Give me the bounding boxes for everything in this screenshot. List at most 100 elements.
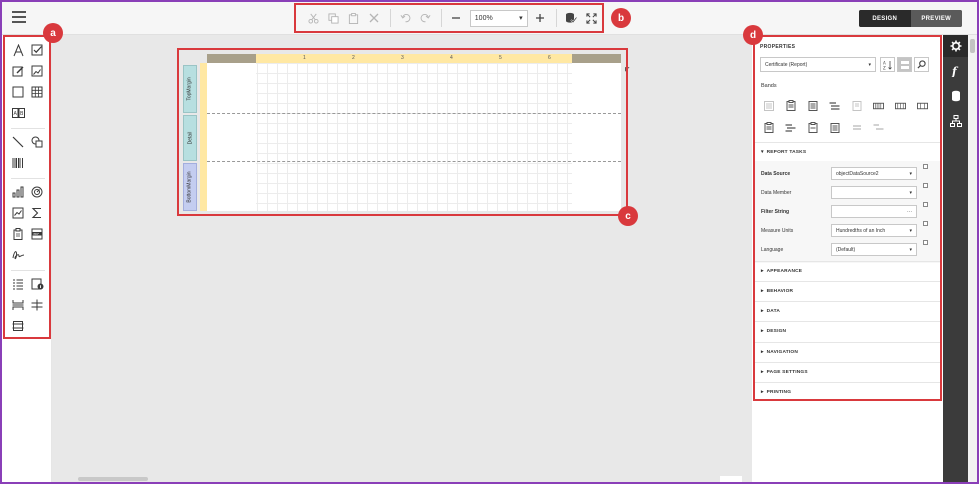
paste-icon[interactable] xyxy=(344,8,363,28)
filter-string-checkbox[interactable] xyxy=(923,202,928,207)
section-behavior[interactable]: ▸ BEHAVIOR xyxy=(755,281,940,301)
table-tool-icon[interactable] xyxy=(30,85,44,99)
rich-text-tool-icon[interactable] xyxy=(11,64,25,78)
zoom-select[interactable]: 100% ▾ xyxy=(469,9,528,27)
section-data[interactable]: ▸ DATA xyxy=(755,301,940,321)
zoom-in-icon[interactable] xyxy=(531,8,550,28)
language-select[interactable]: (Default) ▾ xyxy=(831,243,917,256)
search-icon xyxy=(917,60,926,69)
prop-row-filter-string: Filter String ··· xyxy=(761,202,936,220)
chevron-down-icon: ▾ xyxy=(868,61,871,68)
chevron-down-icon: ▾ xyxy=(909,170,912,177)
sort-alpha-button[interactable]: AZ xyxy=(880,57,895,72)
band-report-footer-icon[interactable] xyxy=(763,122,774,133)
line-tool-icon[interactable] xyxy=(11,135,25,149)
validate-bindings-icon[interactable] xyxy=(562,8,581,28)
field-list-database-icon[interactable] xyxy=(943,85,968,107)
sparkline-tool-icon[interactable] xyxy=(11,206,25,220)
report-tasks-header[interactable]: ▾ REPORT TASKS xyxy=(755,142,940,162)
zoom-out-icon[interactable] xyxy=(447,8,466,28)
section-appearance[interactable]: ▸ APPEARANCE xyxy=(755,261,940,281)
menu-icon[interactable] xyxy=(12,11,26,23)
measure-units-select[interactable]: Hundredths of an Inch ▾ xyxy=(831,224,917,237)
chevron-down-icon: ▾ xyxy=(909,246,912,253)
language-checkbox[interactable] xyxy=(923,240,928,245)
preview-button[interactable]: PREVIEW xyxy=(910,10,962,27)
data-member-checkbox[interactable] xyxy=(923,183,928,188)
mode-switch: DESIGN PREVIEW xyxy=(859,10,962,27)
band-top-margin-icon[interactable] xyxy=(763,100,774,111)
filter-string-input[interactable]: ··· xyxy=(831,205,917,218)
toolbox-divider xyxy=(11,128,45,129)
callout-b: b xyxy=(611,8,631,28)
data-source-checkbox[interactable] xyxy=(923,164,928,169)
fullscreen-icon[interactable] xyxy=(582,8,601,28)
properties-title: PROPERTIES xyxy=(760,44,796,50)
toolbox-divider xyxy=(11,270,45,271)
measure-units-checkbox[interactable] xyxy=(923,221,928,226)
band-vertical-header-icon[interactable] xyxy=(917,100,928,111)
svg-text:f: f xyxy=(951,65,959,77)
gauge-tool-icon[interactable] xyxy=(30,185,44,199)
expressions-function-icon[interactable]: f xyxy=(943,60,968,82)
zoom-value: 100% xyxy=(474,14,493,22)
horizontal-scrollbar[interactable] xyxy=(78,477,148,481)
band-bottom-margin-icon[interactable] xyxy=(829,122,840,133)
section-navigation[interactable]: ▸ NAVIGATION xyxy=(755,342,940,362)
search-button[interactable] xyxy=(914,57,929,72)
subreport-tool-icon[interactable] xyxy=(11,227,25,241)
categorized-button[interactable] xyxy=(897,57,912,72)
label-tool-icon[interactable] xyxy=(11,43,25,57)
band-page-footer-icon[interactable] xyxy=(785,122,796,133)
cross-band-line-tool-icon[interactable] xyxy=(30,298,44,312)
shape-tool-icon[interactable] xyxy=(30,135,44,149)
band-page-header-icon[interactable] xyxy=(807,100,818,111)
caret-down-icon: ▾ xyxy=(761,150,764,155)
page-break-tool-icon[interactable] xyxy=(11,298,25,312)
undo-icon[interactable] xyxy=(395,8,414,28)
svg-text:A: A xyxy=(13,111,17,117)
scrollbar-thumb[interactable] xyxy=(970,39,975,53)
band-report-header-icon[interactable] xyxy=(785,100,796,111)
report-explorer-tree-icon[interactable] xyxy=(943,110,968,132)
cross-band-box-tool-icon[interactable] xyxy=(11,319,25,333)
summary-tool-icon[interactable] xyxy=(30,206,44,220)
design-button[interactable]: DESIGN xyxy=(859,10,911,27)
toc-tool-icon[interactable] xyxy=(11,277,25,291)
copy-icon[interactable] xyxy=(324,8,343,28)
checkbox-tool-icon[interactable] xyxy=(30,43,44,57)
section-design[interactable]: ▸ DESIGN xyxy=(755,321,940,341)
band-group-footer-icon[interactable] xyxy=(895,100,906,111)
band-detail-icon[interactable] xyxy=(851,100,862,111)
signature-tool-icon[interactable] xyxy=(11,248,25,262)
band-detail-report-icon[interactable] xyxy=(873,100,884,111)
panel-tool-icon[interactable] xyxy=(11,85,25,99)
prop-label: Data Member xyxy=(761,190,792,196)
band-sub-band-icon[interactable] xyxy=(807,122,818,133)
chart-tool-icon[interactable] xyxy=(11,185,25,199)
ellipsis-icon[interactable]: ··· xyxy=(907,209,912,215)
vertical-scrollbar[interactable] xyxy=(968,35,977,482)
toolbar-separator xyxy=(389,9,391,27)
object-selector[interactable]: Certificate (Report) ▾ xyxy=(760,57,876,72)
band-vertical-detail-icon[interactable] xyxy=(851,122,862,133)
properties-gear-icon[interactable] xyxy=(943,35,968,57)
data-source-select[interactable]: objectDataSource2 ▾ xyxy=(831,167,917,180)
section-page-settings[interactable]: ▸ PAGE SETTINGS xyxy=(755,362,940,382)
pdf-content-tool-icon[interactable]: PDF xyxy=(30,227,44,241)
redo-icon[interactable] xyxy=(416,8,435,28)
svg-text:B: B xyxy=(20,111,24,117)
delete-icon[interactable] xyxy=(364,8,383,28)
barcode-tool-icon[interactable] xyxy=(11,156,25,170)
cut-icon[interactable] xyxy=(304,8,323,28)
section-printing[interactable]: ▸ PRINTING xyxy=(755,382,940,399)
band-group-header-icon[interactable] xyxy=(829,100,840,111)
svg-text:Z: Z xyxy=(883,65,886,70)
chevron-down-icon: ▾ xyxy=(519,15,523,22)
page-info-tool-icon[interactable] xyxy=(30,277,44,291)
chevron-down-icon: ▾ xyxy=(909,227,912,234)
picture-box-tool-icon[interactable] xyxy=(30,64,44,78)
character-comb-tool-icon[interactable]: AB xyxy=(11,106,25,120)
band-vertical-total-icon[interactable] xyxy=(873,122,884,133)
data-member-select[interactable]: ▾ xyxy=(831,186,917,199)
